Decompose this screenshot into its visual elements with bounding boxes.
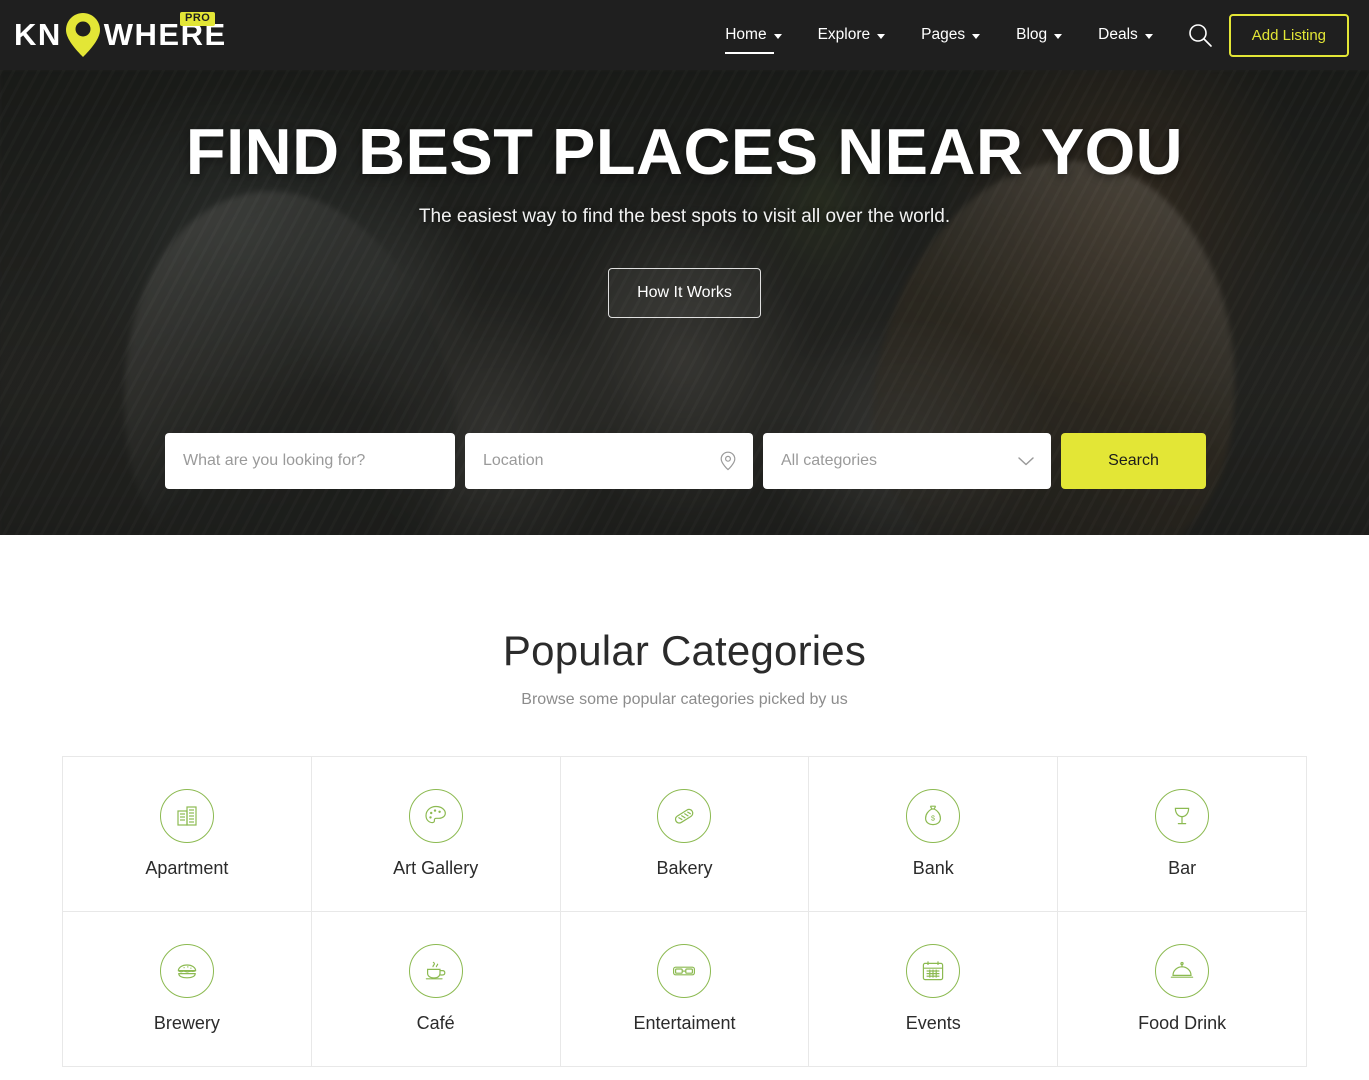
nav-item-label: Home <box>725 26 767 43</box>
category-card-art-gallery[interactable]: Art Gallery <box>311 757 561 912</box>
section-title: Popular Categories <box>502 627 867 674</box>
3d-glasses-icon <box>657 944 712 998</box>
category-card-events[interactable]: Events <box>809 912 1059 1067</box>
nav-item-label: Deals <box>1098 26 1138 43</box>
hero-title: FIND BEST PLACES NEAR YOU <box>185 115 1184 188</box>
chevron-down-icon <box>877 33 886 39</box>
chevron-down-icon <box>1054 33 1063 39</box>
palette-icon <box>408 789 463 843</box>
category-label: Art Gallery <box>393 858 479 878</box>
hero-section: FIND BEST PLACES NEAR YOU The easiest wa… <box>0 70 1369 535</box>
search-icon[interactable] <box>1187 22 1213 48</box>
category-card-bakery[interactable]: Bakery <box>560 757 810 912</box>
nav-item-label: Explore <box>817 26 871 43</box>
how-it-works-button[interactable]: How It Works <box>608 268 761 319</box>
category-card-brewery[interactable]: Brewery <box>63 912 312 1067</box>
search-button[interactable]: Search <box>1061 433 1206 489</box>
location-pin-icon <box>64 12 102 58</box>
bread-icon <box>657 789 712 843</box>
popular-categories-section: Popular Categories Browse some popular c… <box>0 535 1369 1067</box>
category-selected-value: All categories <box>781 452 878 469</box>
logo-pro-badge: PRO <box>180 12 216 26</box>
logo-text-part1: KN <box>14 17 62 52</box>
hero-content: FIND BEST PLACES NEAR YOU The easiest wa… <box>0 70 1369 319</box>
category-label: Food Drink <box>1138 1013 1227 1033</box>
cocktail-glass-icon <box>1155 789 1210 843</box>
location-field[interactable] <box>465 433 753 489</box>
chevron-down-icon <box>1144 33 1153 39</box>
chevron-down-icon <box>972 33 981 39</box>
category-label: Apartment <box>145 858 229 878</box>
category-label: Entertaiment <box>633 1013 736 1033</box>
site-header: KN WHERE PRO Home Explore Pages Blog Dea… <box>0 0 1369 70</box>
svg-text:$: $ <box>931 814 935 823</box>
nav-item-explore[interactable]: Explore <box>800 14 904 56</box>
category-label: Bank <box>912 858 954 878</box>
chevron-down-icon <box>773 33 782 39</box>
section-subtitle: Browse some popular categories picked by… <box>521 691 848 708</box>
burger-icon <box>159 944 214 998</box>
category-card-apartment[interactable]: Apartment <box>63 757 312 912</box>
food-cloche-icon <box>1155 944 1210 998</box>
category-label: Café <box>416 1013 455 1033</box>
coffee-cup-icon <box>408 944 463 998</box>
calendar-icon <box>906 944 961 998</box>
search-input[interactable] <box>183 452 437 470</box>
category-label: Events <box>905 1013 961 1033</box>
category-card-bar[interactable]: Bar <box>1058 757 1307 912</box>
nav-item-label: Pages <box>921 26 966 43</box>
nav-item-label: Blog <box>1016 26 1048 43</box>
category-label: Brewery <box>153 1013 220 1033</box>
building-icon <box>159 789 214 843</box>
category-label: Bar <box>1168 858 1197 878</box>
hero-subtitle: The easiest way to find the best spots t… <box>418 206 951 228</box>
main-navigation: Home Explore Pages Blog Deals Add Listin… <box>707 13 1349 57</box>
add-listing-button[interactable]: Add Listing <box>1228 13 1349 57</box>
keyword-field[interactable] <box>165 433 455 489</box>
category-card-entertainment[interactable]: Entertaiment <box>560 912 810 1067</box>
category-label: Bakery <box>656 858 713 878</box>
site-logo[interactable]: KN WHERE PRO <box>14 10 227 60</box>
nav-item-blog[interactable]: Blog <box>998 14 1080 56</box>
hero-search-bar: All categories Search <box>165 433 1206 489</box>
category-card-food-drink[interactable]: Food Drink <box>1058 912 1307 1067</box>
nav-item-deals[interactable]: Deals <box>1080 14 1171 56</box>
categories-grid: Apartment Art Gallery Bakery $ Bank Bar … <box>62 756 1307 1067</box>
category-select[interactable]: All categories <box>763 433 1051 489</box>
category-card-cafe[interactable]: Café <box>311 912 561 1067</box>
location-input[interactable] <box>483 452 735 470</box>
category-card-bank[interactable]: $ Bank <box>809 757 1059 912</box>
money-bag-icon: $ <box>906 789 961 843</box>
nav-item-pages[interactable]: Pages <box>903 14 998 56</box>
nav-item-home[interactable]: Home <box>707 14 799 56</box>
